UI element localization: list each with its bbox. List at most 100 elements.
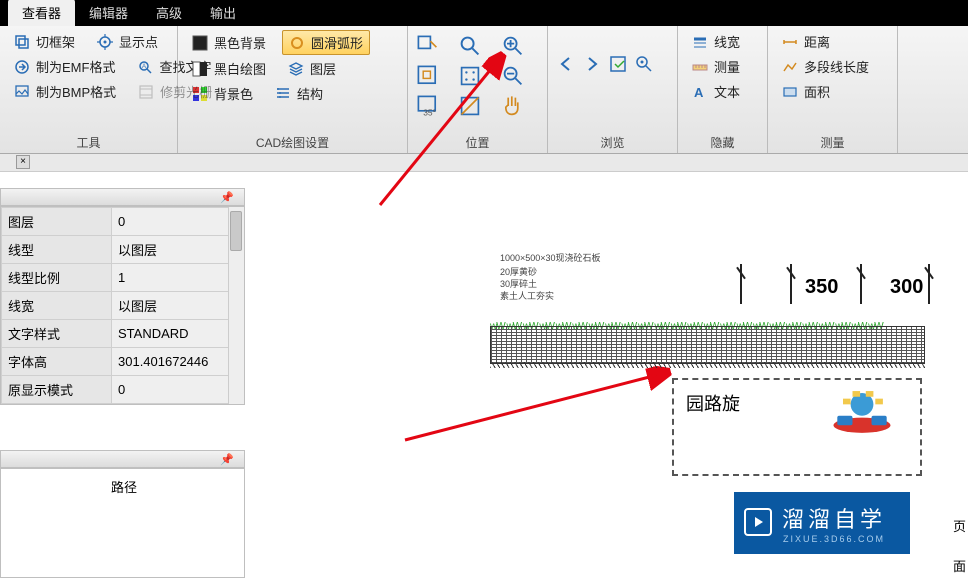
linewidth-icon xyxy=(692,34,708,50)
label: 黑色背景 xyxy=(214,33,266,52)
table-row[interactable]: 图层0 xyxy=(2,208,244,236)
btn-nav-back[interactable] xyxy=(556,54,576,79)
prop-val[interactable]: 0 xyxy=(112,208,244,236)
btn-hide-measure[interactable]: 测量 xyxy=(686,55,759,78)
label: 文本 xyxy=(714,82,740,101)
tab-advanced[interactable]: 高级 xyxy=(142,0,196,26)
table-row[interactable]: 字体高301.401672446 xyxy=(2,348,244,376)
table-row[interactable]: 线宽以图层 xyxy=(2,292,244,320)
callout-box: 园路旋 xyxy=(672,378,922,476)
dim-tick xyxy=(928,264,930,304)
group-title-browse: 浏览 xyxy=(556,132,669,151)
export-icon xyxy=(14,59,30,75)
crop-icon xyxy=(14,34,30,50)
scrollbar[interactable] xyxy=(228,207,244,404)
search-text-icon: A xyxy=(137,59,153,75)
distance-icon xyxy=(782,34,798,50)
btn-smooth-arc[interactable]: 圆滑弧形 xyxy=(282,30,370,55)
btn-to-bmp[interactable]: 制为BMP格式 xyxy=(8,80,122,103)
group-measure: 距离 多段线长度 面积 测量 xyxy=(768,26,898,153)
ruler-icon xyxy=(692,59,708,75)
btn-measure-area[interactable]: 面积 xyxy=(776,80,889,103)
label: 线宽 xyxy=(714,32,740,51)
tab-viewer[interactable]: 查看器 xyxy=(8,0,75,26)
text-icon: A xyxy=(692,84,708,100)
label: 制为EMF格式 xyxy=(36,57,115,76)
btn-nav-fwd[interactable] xyxy=(582,54,602,79)
close-icon[interactable]: × xyxy=(16,155,30,169)
badge-sub: ZIXUE.3D66.COM xyxy=(759,534,885,544)
btn-hide-text[interactable]: A 文本 xyxy=(686,80,759,103)
group-browse: 浏览 xyxy=(548,26,678,153)
badge-main: 溜溜自学 xyxy=(758,502,886,534)
prop-val[interactable]: STANDARD xyxy=(112,320,244,348)
btn-cut-frame[interactable]: 切框架 xyxy=(8,30,81,53)
table-row[interactable]: 线型比例1 xyxy=(2,264,244,292)
label: 图层 xyxy=(310,59,336,78)
black-bg-icon xyxy=(192,35,208,51)
prop-key: 文字样式 xyxy=(2,320,112,348)
btn-hide-linewidth[interactable]: 线宽 xyxy=(686,30,759,53)
drawing-l2: 30厚碎土 xyxy=(500,278,537,290)
tab-editor[interactable]: 编辑器 xyxy=(75,0,142,26)
dim-350: 350 xyxy=(805,276,838,299)
btn-to-emf[interactable]: 制为EMF格式 xyxy=(8,55,121,78)
dim-tick xyxy=(860,264,862,304)
panel-header[interactable]: 📌 xyxy=(0,188,245,206)
bw-icon xyxy=(192,61,208,77)
drawing-l3: 素土人工夯实 xyxy=(500,290,554,302)
btn-measure-dist[interactable]: 距离 xyxy=(776,30,889,53)
prop-key: 线型比例 xyxy=(2,264,112,292)
prop-val[interactable]: 0 xyxy=(112,376,244,404)
btn-layer[interactable]: 图层 xyxy=(282,57,342,80)
btn-trim-raster[interactable]: 修剪光栅 xyxy=(132,80,218,103)
group-title-cad: CAD绘图设置 xyxy=(186,132,399,151)
table-row[interactable]: 线型以图层 xyxy=(2,236,244,264)
label: 圆滑弧形 xyxy=(311,33,363,52)
label: 切框架 xyxy=(36,32,75,51)
tab-output[interactable]: 输出 xyxy=(196,0,250,26)
btn-measure-polyline[interactable]: 多段线长度 xyxy=(776,55,889,78)
prop-key: 线型 xyxy=(2,236,112,264)
watermark-badge: 溜溜自学 ZIXUE.3D66.COM xyxy=(734,492,910,554)
btn-bw-draw[interactable]: 黑白绘图 xyxy=(186,57,272,80)
prop-val[interactable]: 以图层 xyxy=(112,292,244,320)
callout-label: 园路旋 xyxy=(686,394,740,414)
prop-val[interactable]: 以图层 xyxy=(112,236,244,264)
soil-hatch xyxy=(490,362,925,368)
group-title-hide: 隐藏 xyxy=(686,132,759,151)
btn-nav-home[interactable] xyxy=(634,54,654,79)
side-b: 面 xyxy=(953,556,966,575)
side-a: 页 xyxy=(953,516,966,535)
prop-key: 字体高 xyxy=(2,348,112,376)
logo-graphic xyxy=(824,386,900,436)
path-body: 路径 xyxy=(0,468,245,578)
structure-icon xyxy=(275,86,291,102)
table-row[interactable]: 文字样式STANDARD xyxy=(2,320,244,348)
prop-key: 图层 xyxy=(2,208,112,236)
prop-val[interactable]: 1 xyxy=(112,264,244,292)
area-icon xyxy=(782,84,798,100)
pin-icon[interactable]: 📌 xyxy=(220,453,234,466)
group-title-tools: 工具 xyxy=(8,132,169,151)
btn-structure[interactable]: 结构 xyxy=(269,82,329,105)
arc-icon xyxy=(289,35,305,51)
table-row[interactable]: 原显示模式0 xyxy=(2,376,244,404)
group-title-measure: 测量 xyxy=(776,132,889,151)
label: 修剪光栅 xyxy=(160,82,212,101)
annotation-arrow-1 xyxy=(370,50,510,210)
svg-text:A: A xyxy=(142,64,146,70)
label: 测量 xyxy=(714,57,740,76)
btn-nav-refresh[interactable] xyxy=(608,54,628,79)
dim-tick xyxy=(790,264,792,304)
btn-display-point[interactable]: 显示点 xyxy=(91,30,164,53)
panel-header-2[interactable]: 📌 xyxy=(0,450,245,468)
scroll-thumb[interactable] xyxy=(230,211,242,251)
pin-icon[interactable]: 📌 xyxy=(220,191,234,204)
properties-table: 图层0 线型以图层 线型比例1 线宽以图层 文字样式STANDARD 字体高30… xyxy=(1,207,244,404)
prop-val[interactable]: 301.401672446 xyxy=(112,348,244,376)
btn-black-bg[interactable]: 黑色背景 xyxy=(186,30,272,55)
drawing-spec: 1000×500×30现浇砼石板 xyxy=(500,252,601,264)
svg-text:A: A xyxy=(694,85,704,100)
play-icon xyxy=(744,508,772,536)
